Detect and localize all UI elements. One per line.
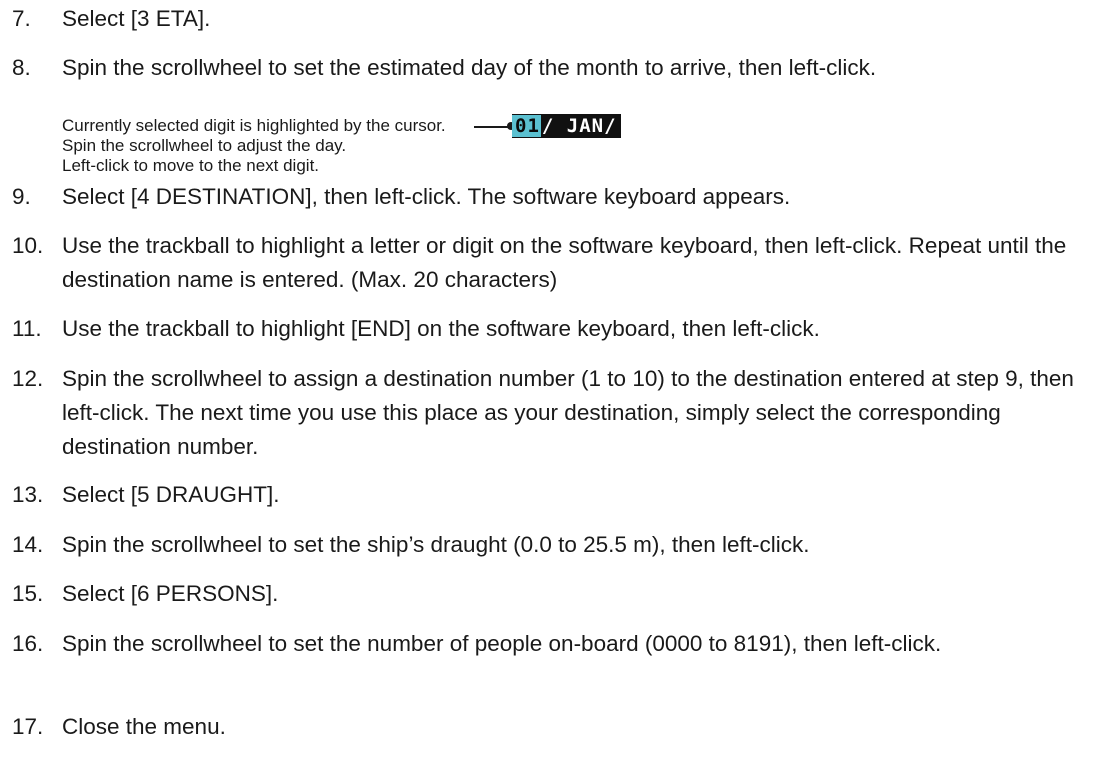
step-number: 17. (12, 714, 44, 739)
step-7: 7. Select [3 ETA]. (12, 2, 1107, 36)
step-number: 11. (12, 316, 42, 341)
step-number: 14. (12, 532, 44, 557)
note-line: Spin the scrollwheel to adjust the day. (62, 136, 347, 155)
step-number: 9. (12, 184, 31, 209)
callout-leader-line (474, 126, 510, 128)
step-8: 8. Spin the scrollwheel to set the estim… (12, 51, 1107, 85)
step-text: Select [6 PERSONS]. (62, 581, 279, 606)
note-line: Currently selected digit is highlighted … (62, 116, 446, 135)
step-number: 13. (12, 482, 44, 507)
step-15: 15. Select [6 PERSONS]. (12, 577, 1107, 611)
step-text: Spin the scrollwheel to set the estimate… (62, 55, 877, 80)
step-number: 10. (12, 233, 44, 258)
cursor-note: Currently selected digit is highlighted … (62, 116, 446, 176)
step-number: 8. (12, 55, 31, 80)
step-number: 16. (12, 631, 44, 656)
step-text: Select [5 DRAUGHT]. (62, 482, 280, 507)
step-10: 10. Use the trackball to highlight a let… (12, 229, 1107, 297)
step-number: 15. (12, 581, 44, 606)
step-14: 14. Spin the scrollwheel to set the ship… (12, 528, 1107, 562)
step-13: 13. Select [5 DRAUGHT]. (12, 478, 1107, 512)
step-17: 17. Close the menu. (12, 710, 1107, 744)
digit-cursor: 01 (512, 115, 541, 137)
step-text: Spin the scrollwheel to assign a destina… (62, 366, 1074, 459)
step-text: Use the trackball to highlight a letter … (62, 233, 1067, 292)
eta-date-rest: / JAN/ (541, 115, 617, 137)
note-line: Left-click to move to the next digit. (62, 156, 320, 175)
step-9: 9. Select [4 DESTINATION], then left-cli… (12, 180, 1107, 214)
step-text: Spin the scrollwheel to set the ship’s d… (62, 532, 810, 557)
step-16: 16. Spin the scrollwheel to set the numb… (12, 627, 1107, 661)
step-number: 12. (12, 366, 44, 391)
step-12: 12. Spin the scrollwheel to assign a des… (12, 362, 1107, 464)
step-number: 7. (12, 6, 31, 31)
step-text: Spin the scrollwheel to set the number o… (62, 631, 942, 656)
step-11: 11. Use the trackball to highlight [END]… (12, 312, 1107, 346)
step-text: Select [4 DESTINATION], then left-click.… (62, 184, 791, 209)
step-text: Close the menu. (62, 714, 226, 739)
eta-date-display: 01/ JAN/ (512, 114, 621, 138)
step-text: Select [3 ETA]. (62, 6, 211, 31)
step-text: Use the trackball to highlight [END] on … (62, 316, 820, 341)
